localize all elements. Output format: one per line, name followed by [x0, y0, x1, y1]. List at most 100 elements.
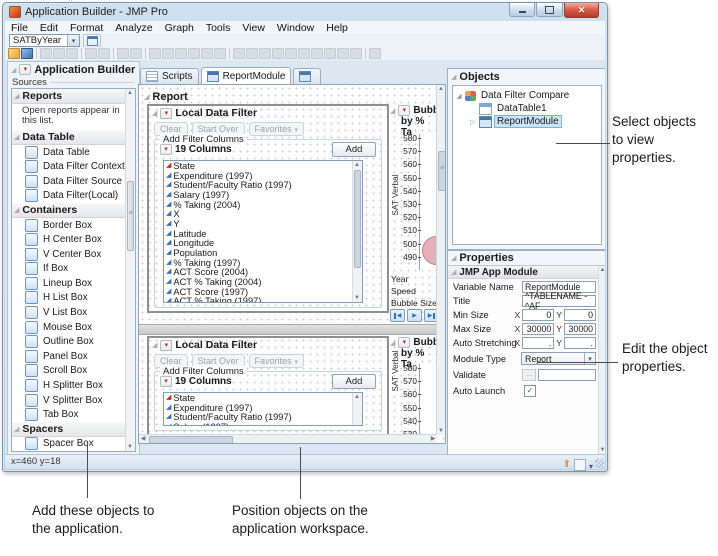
scroll-down-icon[interactable]: ▼	[126, 443, 134, 451]
separator[interactable]	[36, 48, 37, 59]
align-right-icon[interactable]	[175, 48, 187, 59]
column-item[interactable]: ◢ Latitude	[164, 229, 362, 239]
column-item[interactable]: ◢ State	[164, 393, 362, 403]
menu-item[interactable]: Tools	[200, 22, 237, 34]
align-left-icon[interactable]	[149, 48, 161, 59]
source-item[interactable]: Tab Box	[12, 407, 125, 422]
source-item[interactable]: Mouse Box	[12, 320, 125, 335]
play-button[interactable]: ▶	[407, 309, 422, 322]
columns-scroll-thumb[interactable]	[354, 170, 361, 268]
new-data-view-button[interactable]	[83, 34, 101, 48]
scroll-up-icon[interactable]: ▲	[353, 393, 361, 401]
section-header[interactable]: ◢ Containers	[12, 203, 125, 218]
section-header[interactable]: ◢ Data Table	[12, 130, 125, 145]
status-box-icon[interactable]	[574, 459, 586, 471]
source-item[interactable]: Panel Box	[12, 349, 125, 364]
source-item[interactable]: Data Filter Context Box	[12, 159, 125, 174]
workspace-vertical-scrollbar[interactable]: ▲ ▼	[436, 85, 445, 435]
group-icon-8[interactable]	[324, 48, 336, 59]
source-item[interactable]: Data Table	[12, 145, 125, 160]
tree-row[interactable]: Data Filter Compare	[453, 89, 601, 102]
menu-item[interactable]: View	[236, 22, 271, 34]
menu-item[interactable]: Help	[320, 22, 354, 34]
red-triangle-menu-icon[interactable]	[398, 337, 410, 348]
menu-item[interactable]: Analyze	[109, 22, 158, 34]
open-icon[interactable]	[8, 48, 20, 59]
column-item[interactable]: ◢ State	[164, 161, 362, 171]
workspace-horizontal-scrollbar[interactable]: ◀ ▶	[139, 434, 437, 443]
bubble-plot-panel[interactable]: ◢ Bubble by % Ta 580570560550540530520 S…	[389, 336, 437, 436]
group-icon-5[interactable]	[285, 48, 297, 59]
scroll-down-icon[interactable]: ▼	[353, 294, 361, 302]
source-item[interactable]: V List Box	[12, 305, 125, 320]
min-size-x-field[interactable]: 0	[522, 309, 554, 321]
scroll-down-icon[interactable]: ▼	[599, 446, 605, 454]
section-header[interactable]: ◢ Reports	[12, 89, 125, 104]
source-item[interactable]: Spacer Box	[12, 437, 125, 452]
separator[interactable]	[113, 48, 114, 59]
module-tab[interactable]: Scripts	[140, 68, 199, 84]
group-icon-6[interactable]	[298, 48, 310, 59]
scroll-right-icon[interactable]: ▶	[429, 435, 437, 443]
scroll-down-icon[interactable]: ▼	[437, 427, 445, 435]
source-item[interactable]: Border Box	[12, 218, 125, 233]
disclosure-icon[interactable]: ◢	[144, 93, 149, 101]
align-center-icon[interactable]	[162, 48, 174, 59]
scroll-up-icon[interactable]: ▲	[353, 161, 361, 169]
column-item[interactable]: ◢ Student/Faculty Ratio (1997)	[164, 180, 362, 190]
align-top-icon[interactable]	[188, 48, 200, 59]
min-size-y-field[interactable]: 0	[564, 309, 596, 321]
horizontal-scroll-thumb[interactable]	[149, 436, 233, 444]
module-type-dropdown[interactable]: Report	[521, 352, 596, 365]
validate-browse-button[interactable]: ...	[522, 369, 536, 381]
align-bottom-icon[interactable]	[214, 48, 226, 59]
group-icon-3[interactable]	[259, 48, 271, 59]
step-back-button[interactable]: ◀	[390, 309, 405, 322]
journal-icon[interactable]	[117, 48, 129, 59]
column-item[interactable]: ◢ Expenditure (1997)	[164, 171, 362, 181]
scroll-up-icon[interactable]: ▲	[126, 89, 134, 97]
source-item[interactable]: Data Filter Source Box	[12, 174, 125, 189]
layout-icon[interactable]	[130, 48, 142, 59]
column-item[interactable]: ◢ Salary (1997)	[164, 190, 362, 200]
max-size-y-field[interactable]: 30000	[564, 323, 596, 335]
disclosure-icon[interactable]: ◢	[14, 425, 19, 433]
disclosure-icon[interactable]: ◢	[14, 92, 19, 100]
add-button[interactable]: Add	[332, 142, 376, 157]
column-item[interactable]: ◢ X	[164, 209, 362, 219]
source-item[interactable]: Data Filter(Local)	[12, 189, 125, 204]
upload-arrow-icon[interactable]: ⬆	[563, 460, 571, 470]
favorites-button[interactable]: Favorites	[249, 354, 305, 368]
source-item[interactable]: If Box	[12, 262, 125, 277]
chevron-down-icon[interactable]	[67, 35, 79, 46]
disclosure-icon[interactable]: ◢	[390, 107, 395, 115]
column-item[interactable]: ◢ % Taking (1997)	[164, 258, 362, 268]
disclosure-icon[interactable]: ◢	[152, 109, 157, 117]
jmp-app-icon[interactable]	[9, 6, 21, 18]
column-item[interactable]: ◢ Longitude	[164, 239, 362, 249]
disclosure-icon[interactable]: ◢	[11, 66, 16, 74]
add-button[interactable]: Add	[332, 374, 376, 389]
properties-icon[interactable]	[85, 48, 97, 59]
source-item[interactable]: H Splitter Box	[12, 378, 125, 393]
red-triangle-menu-icon[interactable]	[160, 144, 172, 155]
sidebar-scrollbar[interactable]: ▲ ▼	[125, 89, 135, 451]
close-button[interactable]: ✕	[564, 3, 599, 18]
validate-field[interactable]	[538, 369, 596, 381]
bubble-plot-panel[interactable]: ◢ Bubble by % Ta 58057056055054053052051…	[389, 104, 437, 322]
module-tab[interactable]: ReportModule	[201, 67, 292, 84]
run-icon[interactable]	[369, 48, 381, 59]
column-item[interactable]: ◢ % Taking (2004)	[164, 200, 362, 210]
column-item[interactable]: ◢ ACT Score (1997)	[164, 287, 362, 297]
disclosure-icon[interactable]: ◢	[451, 73, 456, 81]
red-triangle-menu-icon[interactable]	[19, 64, 31, 75]
tree-row[interactable]: DataTable1	[453, 102, 601, 115]
group-icon-9[interactable]	[337, 48, 349, 59]
vertical-scroll-thumb[interactable]	[438, 151, 446, 191]
column-item[interactable]: ◢ Expenditure (1997)	[164, 403, 362, 413]
source-item[interactable]: Lineup Box	[12, 276, 125, 291]
project-combobox[interactable]: SATByYear	[9, 34, 80, 47]
favorites-button[interactable]: Favorites	[249, 122, 305, 136]
sidebar-scroll-thumb[interactable]	[127, 181, 134, 251]
column-item[interactable]: ◢ Population	[164, 248, 362, 258]
